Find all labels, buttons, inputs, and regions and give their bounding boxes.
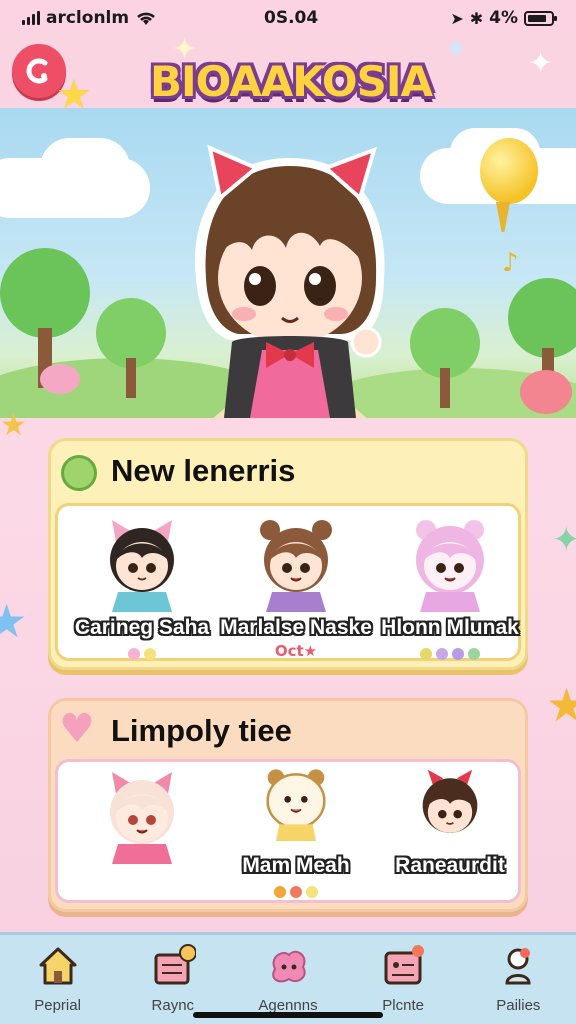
leaf-icon <box>61 455 97 491</box>
star-decoration-icon: ★ <box>0 594 28 648</box>
friend-name: Raneaurdit <box>395 854 505 877</box>
bottom-nav: Peprial Raync Agennns Plcnte Pailies <box>0 932 576 1024</box>
nav-label: Peprial <box>34 997 81 1014</box>
app-logo: BIOAAKOSIA <box>150 57 433 106</box>
friend-name: Carineg Saha <box>74 616 210 639</box>
music-note-icon: ♪ <box>502 248 519 278</box>
friend-card[interactable] <box>64 762 220 900</box>
tree <box>410 308 480 408</box>
wifi-icon <box>137 12 155 25</box>
card-icon <box>384 945 425 985</box>
nav-item-peprial[interactable]: Peprial <box>3 943 113 1014</box>
lovely-list: Mam Meah Raneaurdit <box>55 759 521 903</box>
battery-icon <box>524 10 557 26</box>
heart-icon: ♥ <box>59 706 95 752</box>
friend-card[interactable]: Hlonn Mlunak <box>372 506 528 660</box>
friend-name: Hlonn Mlunak <box>381 616 519 639</box>
bluetooth-icon: ✱ <box>469 8 484 28</box>
book-icon <box>154 944 197 985</box>
house-icon <box>39 947 77 985</box>
nav-item-pailies[interactable]: Pailies <box>463 943 573 1014</box>
avatar <box>422 769 478 833</box>
carrier-label: arclonlm <box>46 8 130 28</box>
signal-icon <box>22 11 40 25</box>
color-dots <box>64 648 220 660</box>
friend-card[interactable]: Carineg Saha <box>64 506 220 660</box>
home-indicator[interactable] <box>193 1012 383 1018</box>
clock: 0S.04 <box>264 8 319 28</box>
avatar <box>266 769 326 841</box>
color-dots <box>218 886 374 898</box>
color-dots <box>372 648 528 660</box>
new-friends-list: Carineg Saha Marlalse Naske Oct★ Hlonn M… <box>55 503 521 661</box>
cloud <box>40 138 130 198</box>
nav-item-plcnte[interactable]: Plcnte <box>348 943 458 1014</box>
hero-scene: ♪ <box>0 108 576 418</box>
nav-item-agennns[interactable]: Agennns <box>233 943 343 1014</box>
lantern-tassel <box>496 202 510 232</box>
avatar <box>416 520 484 612</box>
pig-icon <box>40 364 80 394</box>
friend-name: Marlalse Naske <box>220 616 372 639</box>
nav-item-raync[interactable]: Raync <box>118 943 228 1014</box>
sparkle-icon: ✦ <box>444 32 470 67</box>
avatar <box>260 520 332 612</box>
header: ★ ✦ ✦ ✦ BIOAAKOSIA <box>0 32 576 118</box>
sparkle-icon: ✦ <box>528 46 554 81</box>
avatar <box>110 520 174 612</box>
lantern-icon <box>480 138 538 204</box>
status-bar: arclonlm 0S.04 ➤ ✱ 4% <box>0 0 576 36</box>
lovely-card: ♥ Limpoly tiee Mam Meah Raneaurdit <box>48 698 528 912</box>
hero-character <box>195 144 385 418</box>
new-friends-card: New lenerris Carineg Saha Marlalse Naske… <box>48 438 528 670</box>
friend-card[interactable]: Raneaurdit <box>372 762 528 900</box>
blob-icon <box>272 950 306 983</box>
location-icon: ➤ <box>450 8 464 28</box>
lovely-title: Limpoly tiee <box>111 713 292 748</box>
status-left: arclonlm <box>22 8 157 28</box>
friend-card[interactable]: Marlalse Naske Oct★ <box>218 506 374 660</box>
star-decoration-icon: ★ <box>546 678 576 732</box>
status-right: ➤ ✱ 4% <box>450 8 557 28</box>
nav-label: Pailies <box>496 997 541 1014</box>
friend-tag: Oct★ <box>274 642 318 660</box>
friend-name: Mam Meah <box>242 854 350 877</box>
pin-icon <box>505 948 531 985</box>
avatar <box>110 772 174 864</box>
friend-card[interactable]: Mam Meah <box>218 762 374 900</box>
back-icon <box>26 58 48 84</box>
ball-icon <box>520 370 572 414</box>
new-friends-title: New lenerris <box>111 453 296 488</box>
star-decoration-icon: ✦ <box>552 520 576 560</box>
star-decoration-icon: ★ <box>0 408 27 443</box>
battery-percent: 4% <box>489 8 518 28</box>
tree <box>96 298 166 398</box>
